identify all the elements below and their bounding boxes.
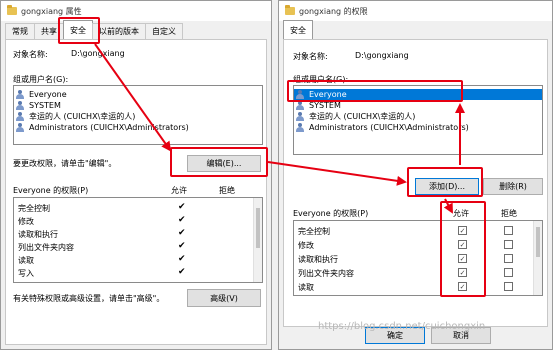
permission-row: 读取 ✓: [294, 281, 542, 293]
checkmark-icon: ✔: [178, 241, 186, 251]
permission-row: 列出文件夹内容 ✔: [18, 241, 186, 252]
annotation-box-edit-button: [170, 147, 268, 177]
permission-row: 修改 ✓: [294, 239, 542, 251]
permission-row: 读取 ✔: [18, 254, 186, 265]
list-item[interactable]: Administrators (CUICHX\Administrators): [294, 122, 542, 133]
scrollbar-thumb[interactable]: [256, 208, 260, 248]
user-group-icon: [16, 101, 26, 110]
annotation-box-everyone: [287, 80, 463, 102]
allow-column-header: 允许: [171, 186, 187, 195]
deny-column-header: 拒绝: [219, 186, 235, 195]
permission-row: 读取和执行 ✓: [294, 253, 542, 265]
right-titlebar: gongxiang 的权限: [279, 1, 552, 21]
permission-row: 完全控制 ✓: [294, 225, 542, 237]
permission-row: 修改 ✔: [18, 215, 186, 226]
left-users-listbox[interactable]: Everyone SYSTEM 幸运的人 (CUICHX\幸运的人) Admin…: [13, 85, 263, 145]
right-tab-strip: 安全: [283, 20, 313, 39]
user-group-icon: [16, 112, 26, 121]
permissions-scrollbar[interactable]: [533, 221, 542, 295]
deny-checkbox[interactable]: [504, 240, 513, 249]
tab-previous-versions[interactable]: 以前的版本: [92, 23, 146, 39]
list-item[interactable]: 幸运的人 (CUICHX\幸运的人): [14, 111, 262, 122]
list-item[interactable]: Administrators (CUICHX\Administrators): [14, 122, 262, 133]
left-permissions-grid: 完全控制 ✔ 修改 ✔ 读取和执行 ✔ 列出文件夹内容 ✔ 读取 ✔ 写入 ✔: [13, 197, 263, 283]
permission-row: 读取和执行 ✔: [18, 228, 186, 239]
right-permissions-grid: 完全控制 ✓ 修改 ✓ 读取和执行 ✓ 列出文件夹内容 ✓ 读取 ✓: [293, 220, 543, 296]
right-window-title: gongxiang 的权限: [299, 6, 368, 16]
advanced-button[interactable]: 高级(V): [187, 289, 261, 307]
user-group-icon: [296, 123, 306, 132]
scrollbar-thumb[interactable]: [536, 227, 540, 257]
user-group-icon: [296, 101, 306, 110]
checkmark-icon: ✔: [178, 215, 186, 225]
tab-general[interactable]: 常规: [5, 23, 35, 39]
group-users-label: 组或用户名(G):: [13, 75, 69, 84]
permissions-header-label: Everyone 的权限(P): [13, 186, 89, 195]
left-window-title: gongxiang 属性: [21, 6, 82, 16]
deny-checkbox[interactable]: [504, 226, 513, 235]
object-name-value: D:\gongxiang: [355, 51, 409, 60]
list-item[interactable]: SYSTEM: [14, 100, 262, 111]
permissions-header-label: Everyone 的权限(P): [293, 209, 369, 218]
annotation-box-allow-column: [440, 201, 486, 297]
object-name-label: 对象名称:: [293, 52, 328, 61]
permission-row: 列出文件夹内容 ✓: [294, 267, 542, 279]
change-permissions-hint: 要更改权限，请单击"编辑"。: [13, 159, 117, 168]
list-item[interactable]: 幸运的人 (CUICHX\幸运的人): [294, 111, 542, 122]
annotation-box-add-button: [407, 167, 483, 197]
checkmark-icon: ✔: [178, 202, 186, 212]
folder-icon: [7, 5, 17, 15]
user-group-icon: [16, 90, 26, 99]
permissions-scrollbar[interactable]: [253, 198, 262, 282]
remove-button[interactable]: 删除(R): [483, 178, 543, 195]
deny-checkbox[interactable]: [504, 254, 513, 263]
list-item[interactable]: Everyone: [14, 89, 262, 100]
tab-security[interactable]: 安全: [283, 20, 313, 39]
advanced-settings-hint: 有关特殊权限或高级设置，请单击"高级"。: [13, 294, 165, 303]
left-titlebar: gongxiang 属性: [1, 1, 271, 21]
checkmark-icon: ✔: [178, 267, 186, 277]
annotation-box-security-tab: [58, 17, 100, 44]
checkmark-icon: ✔: [178, 228, 186, 238]
permission-row: 写入 ✔: [18, 267, 186, 278]
folder-icon: [285, 5, 295, 15]
object-name-value: D:\gongxiang: [71, 49, 125, 58]
object-name-label: 对象名称:: [13, 50, 48, 59]
permission-row: 完全控制 ✔: [18, 202, 186, 213]
deny-column-header: 拒绝: [501, 209, 517, 218]
checkmark-icon: ✔: [178, 254, 186, 264]
deny-checkbox[interactable]: [504, 282, 513, 291]
watermark-text: https://blog.csdn.net/cuichongxin: [318, 321, 486, 332]
user-group-icon: [296, 112, 306, 121]
user-group-icon: [16, 123, 26, 132]
deny-checkbox[interactable]: [504, 268, 513, 277]
tab-customize[interactable]: 自定义: [145, 23, 183, 39]
